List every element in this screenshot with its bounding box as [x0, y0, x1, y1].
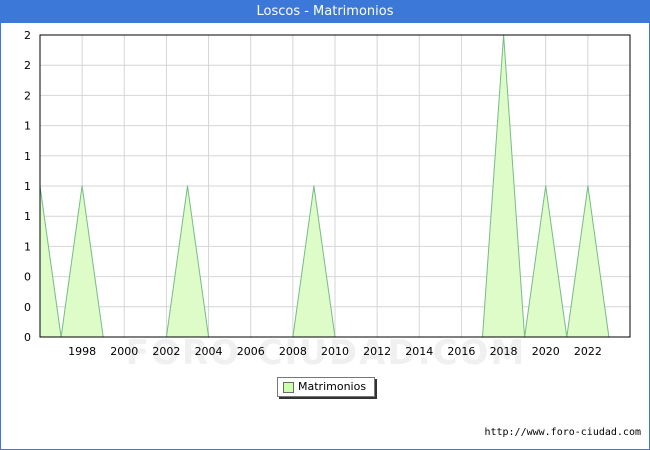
y-tick-label: 2: [24, 59, 31, 72]
y-tick-label: 1: [24, 240, 31, 253]
y-axis-tick-labels: 0 0 0 1 1 1 1 1 2 2 2: [24, 29, 31, 344]
y-tick-label: 0: [24, 301, 31, 314]
legend-swatch: [283, 382, 294, 393]
x-tick-label: 2004: [195, 345, 223, 358]
data-point: [81, 185, 83, 187]
x-tick-label: 2002: [152, 345, 180, 358]
y-tick-label: 2: [24, 89, 31, 102]
x-tick-label: 2020: [532, 345, 560, 358]
x-tick-label: 2016: [447, 345, 475, 358]
x-tick-label: 2022: [574, 345, 602, 358]
x-tick-label: 2018: [490, 345, 518, 358]
y-tick-label: 1: [24, 120, 31, 133]
legend-label: Matrimonios: [298, 380, 367, 393]
y-tick-label: 0: [24, 271, 31, 284]
x-tick-label: 2000: [110, 345, 138, 358]
data-point: [186, 185, 189, 187]
legend: Matrimonios: [277, 377, 375, 397]
data-point: [545, 185, 547, 187]
x-tick-label: 2006: [237, 345, 265, 358]
x-tick-label: 2010: [321, 345, 349, 358]
x-tick-label: 1998: [68, 345, 96, 358]
y-tick-label: 1: [24, 210, 31, 223]
y-tick-label: 1: [24, 150, 31, 163]
y-tick-label: 2: [24, 29, 31, 42]
x-tick-label: 2014: [405, 345, 433, 358]
source-url[interactable]: http://www.foro-ciudad.com: [484, 427, 641, 438]
y-tick-label: 0: [24, 331, 31, 344]
x-tick-label: 2012: [363, 345, 391, 358]
data-point: [313, 185, 315, 187]
x-tick-label: 2008: [279, 345, 307, 358]
data-point: [587, 185, 589, 187]
y-tick-label: 1: [24, 180, 31, 193]
